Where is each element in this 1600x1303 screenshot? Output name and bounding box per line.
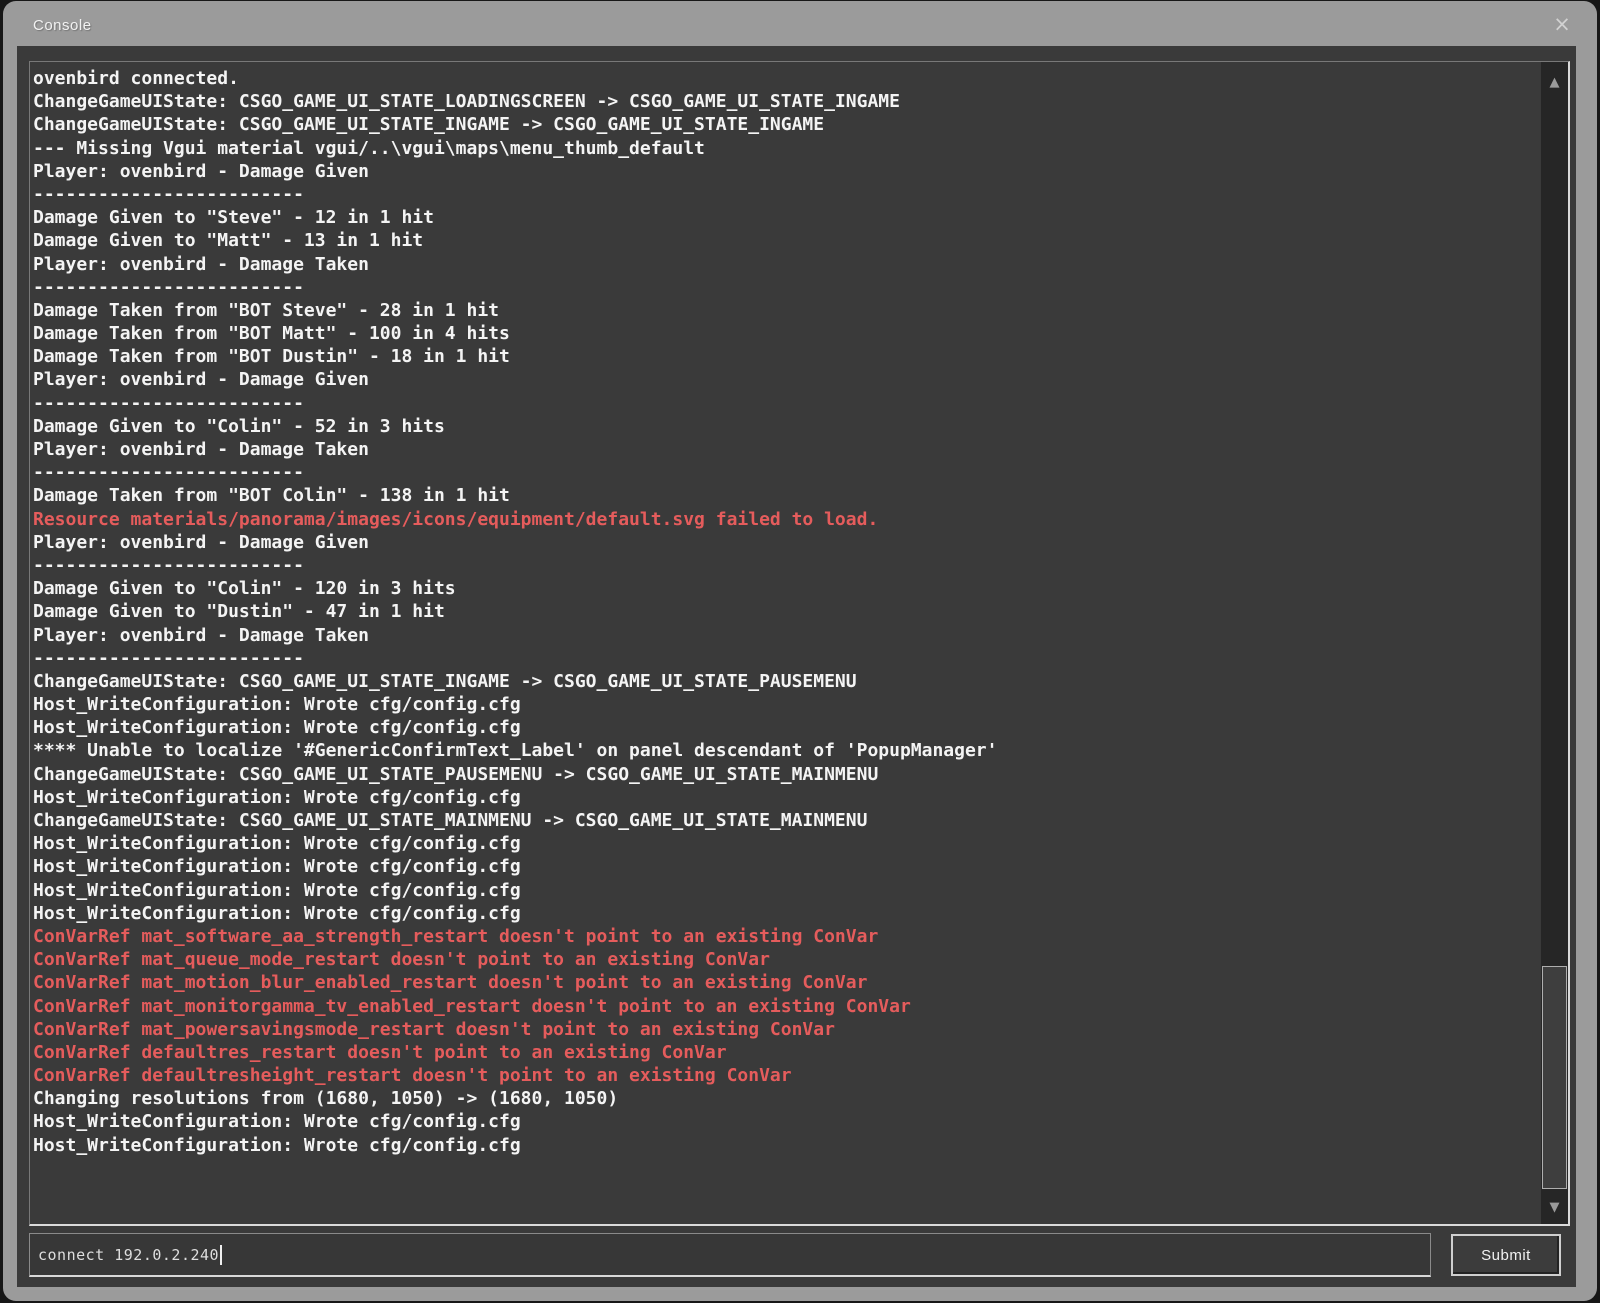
console-line: ConVarRef mat_powersavingsmode_restart d… [33, 1018, 1538, 1041]
console-line: Host_WriteConfiguration: Wrote cfg/confi… [33, 786, 1538, 809]
console-line: Player: ovenbird - Damage Given [33, 368, 1538, 391]
scrollbar[interactable]: ▲ ▼ [1541, 62, 1568, 1224]
submit-button[interactable]: Submit [1451, 1234, 1561, 1276]
console-line: Host_WriteConfiguration: Wrote cfg/confi… [33, 832, 1538, 855]
console-line: Player: ovenbird - Damage Taken [33, 624, 1538, 647]
console-line: ------------------------- [33, 183, 1538, 206]
console-line: --- Missing Vgui material vgui/..\vgui\m… [33, 137, 1538, 160]
console-line: Damage Given to "Steve" - 12 in 1 hit [33, 206, 1538, 229]
console-line: Damage Given to "Colin" - 120 in 3 hits [33, 577, 1538, 600]
scroll-up-icon[interactable]: ▲ [1541, 76, 1568, 89]
console-line: ConVarRef mat_queue_mode_restart doesn't… [33, 948, 1538, 971]
console-line: ConVarRef defaultresheight_restart doesn… [33, 1064, 1538, 1087]
console-line: Host_WriteConfiguration: Wrote cfg/confi… [33, 1134, 1538, 1157]
console-line: ChangeGameUIState: CSGO_GAME_UI_STATE_IN… [33, 113, 1538, 136]
console-line: ------------------------- [33, 461, 1538, 484]
command-input[interactable]: connect 192.0.2.240 [29, 1233, 1431, 1277]
console-window: Console × ovenbird connected.ChangeGameU… [3, 1, 1597, 1301]
console-line: ------------------------- [33, 276, 1538, 299]
console-output: ovenbird connected.ChangeGameUIState: CS… [29, 61, 1570, 1226]
close-icon[interactable]: × [1549, 11, 1575, 37]
console-line: Damage Taken from "BOT Matt" - 100 in 4 … [33, 322, 1538, 345]
console-line: Host_WriteConfiguration: Wrote cfg/confi… [33, 902, 1538, 925]
console-line: Player: ovenbird - Damage Given [33, 531, 1538, 554]
command-input-value: connect 192.0.2.240 [38, 1246, 219, 1264]
console-line: ------------------------- [33, 647, 1538, 670]
console-line: Resource materials/panorama/images/icons… [33, 508, 1538, 531]
console-line: Damage Taken from "BOT Steve" - 28 in 1 … [33, 299, 1538, 322]
console-line: **** Unable to localize '#GenericConfirm… [33, 739, 1538, 762]
console-line: ChangeGameUIState: CSGO_GAME_UI_STATE_PA… [33, 763, 1538, 786]
console-line: Damage Given to "Colin" - 52 in 3 hits [33, 415, 1538, 438]
console-line: Host_WriteConfiguration: Wrote cfg/confi… [33, 693, 1538, 716]
text-caret [220, 1245, 222, 1265]
console-line: Damage Taken from "BOT Dustin" - 18 in 1… [33, 345, 1538, 368]
console-line: ChangeGameUIState: CSGO_GAME_UI_STATE_IN… [33, 670, 1538, 693]
console-line: ConVarRef defaultres_restart doesn't poi… [33, 1041, 1538, 1064]
console-line: ovenbird connected. [33, 67, 1538, 90]
console-line: Changing resolutions from (1680, 1050) -… [33, 1087, 1538, 1110]
console-line: Damage Taken from "BOT Colin" - 138 in 1… [33, 484, 1538, 507]
console-line: Player: ovenbird - Damage Given [33, 160, 1538, 183]
console-line: ChangeGameUIState: CSGO_GAME_UI_STATE_LO… [33, 90, 1538, 113]
console-line: Host_WriteConfiguration: Wrote cfg/confi… [33, 855, 1538, 878]
console-line: ------------------------- [33, 554, 1538, 577]
console-line: Damage Given to "Matt" - 13 in 1 hit [33, 229, 1538, 252]
console-line: Host_WriteConfiguration: Wrote cfg/confi… [33, 716, 1538, 739]
console-line: ConVarRef mat_motion_blur_enabled_restar… [33, 971, 1538, 994]
console-line: Player: ovenbird - Damage Taken [33, 438, 1538, 461]
console-output-lines: ovenbird connected.ChangeGameUIState: CS… [33, 67, 1538, 1222]
console-panel: ovenbird connected.ChangeGameUIState: CS… [17, 46, 1576, 1287]
console-line: Player: ovenbird - Damage Taken [33, 253, 1538, 276]
console-line: ConVarRef mat_monitorgamma_tv_enabled_re… [33, 995, 1538, 1018]
console-line: ------------------------- [33, 392, 1538, 415]
submit-button-label: Submit [1481, 1247, 1531, 1264]
console-line: Damage Given to "Dustin" - 47 in 1 hit [33, 600, 1538, 623]
scroll-thumb[interactable] [1542, 966, 1567, 1189]
titlebar[interactable]: Console × [3, 1, 1597, 46]
console-line: Host_WriteConfiguration: Wrote cfg/confi… [33, 1110, 1538, 1133]
scroll-down-icon[interactable]: ▼ [1541, 1201, 1568, 1214]
console-line: ChangeGameUIState: CSGO_GAME_UI_STATE_MA… [33, 809, 1538, 832]
console-line: Host_WriteConfiguration: Wrote cfg/confi… [33, 879, 1538, 902]
window-title: Console [33, 17, 92, 34]
console-line: ConVarRef mat_software_aa_strength_resta… [33, 925, 1538, 948]
